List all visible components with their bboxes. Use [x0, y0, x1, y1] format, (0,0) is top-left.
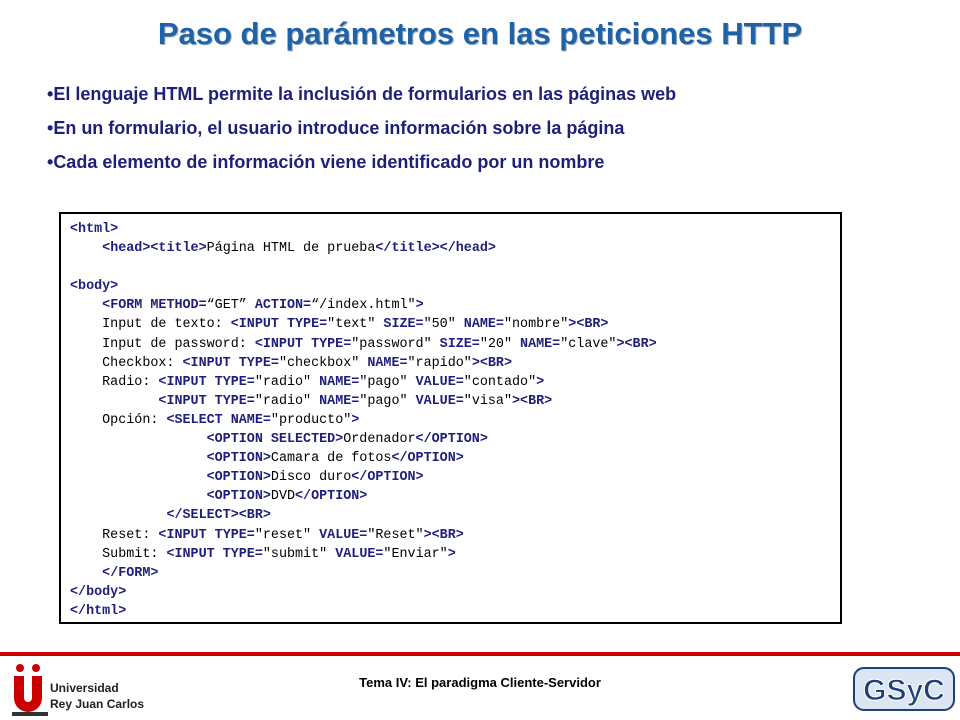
- code-line: </html>: [70, 603, 127, 619]
- code-line: <FORM METHOD=“GET” ACTION=“/index.html">: [102, 298, 424, 314]
- code-line: <html>: [70, 222, 119, 237]
- bullet-item: •En un formulario, el usuario introduce …: [47, 111, 676, 145]
- footer-topic: Tema IV: El paradigma Cliente-Servidor: [359, 675, 601, 690]
- code-box: <html> <head><title>Página HTML de prueb…: [59, 212, 842, 624]
- code-line: </body>: [70, 584, 127, 600]
- code-line: <head><title>Página HTML de prueba</titl…: [102, 241, 496, 257]
- code-line: Checkbox: <INPUT TYPE="checkbox" NAME="r…: [70, 355, 513, 371]
- bullet-text: En un formulario, el usuario introduce i…: [53, 118, 625, 138]
- code-line: <OPTION SELECTED>Ordenador</OPTION>: [206, 432, 488, 448]
- bullet-item: •El lenguaje HTML permite la inclusión d…: [47, 77, 676, 111]
- code-line: <INPUT TYPE="radio" NAME="pago" VALUE="v…: [158, 393, 553, 409]
- bullet-item: •Cada elemento de información viene iden…: [47, 145, 676, 179]
- code-line: </SELECT><BR>: [166, 508, 271, 524]
- university-line-2: Rey Juan Carlos: [50, 697, 145, 711]
- code-line: Opción: <SELECT NAME="producto">: [70, 412, 360, 428]
- code-line: Submit: <INPUT TYPE="submit" VALUE="Envi…: [70, 546, 456, 562]
- gsyc-logo-text: GSyC: [863, 674, 945, 707]
- code-line: Input de texto: <INPUT TYPE="text" SIZE=…: [70, 317, 609, 333]
- gsyc-logo-icon: GSyC: [853, 667, 955, 711]
- bullet-list: •El lenguaje HTML permite la inclusión d…: [47, 77, 676, 179]
- code-line: Radio: <INPUT TYPE="radio" NAME="pago" V…: [70, 374, 545, 390]
- code-line: </FORM>: [102, 565, 159, 581]
- bullet-text: El lenguaje HTML permite la inclusión de…: [53, 84, 677, 104]
- code-line: Input de password: <INPUT TYPE="password…: [70, 336, 657, 352]
- footer-divider: [0, 652, 960, 656]
- code-line: Reset: <INPUT TYPE="reset" VALUE="Reset"…: [70, 527, 464, 543]
- bullet-text: Cada elemento de información viene ident…: [53, 152, 605, 172]
- code-line: <OPTION>Camara de fotos</OPTION>: [206, 451, 464, 467]
- code-line: <OPTION>DVD</OPTION>: [206, 489, 368, 505]
- code-listing: <html> <head><title>Página HTML de prueb…: [70, 220, 657, 621]
- code-line: <OPTION>Disco duro</OPTION>: [206, 470, 424, 486]
- slide-title: Paso de parámetros en las peticiones HTT…: [157, 16, 803, 51]
- code-line: <body>: [70, 279, 119, 295]
